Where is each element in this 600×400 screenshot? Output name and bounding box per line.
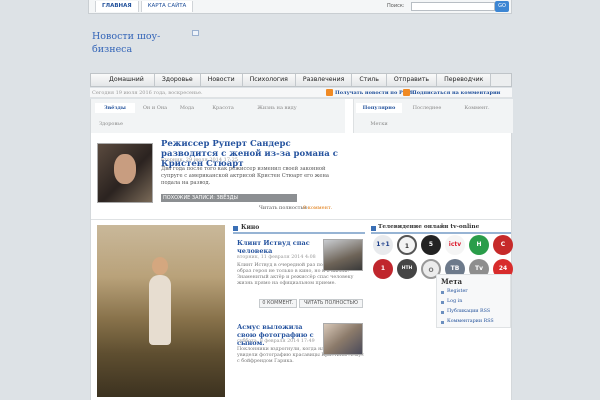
tab-fashion[interactable]: Мода [167,105,207,111]
tab-latest[interactable]: Последнее [404,105,450,111]
top-nav-home[interactable]: ГЛАВНАЯ [95,1,139,12]
featured-photo[interactable] [97,143,153,203]
comment-button[interactable]: 0 КОММЕНТ. [259,299,297,308]
meta-title: Мета [441,277,463,286]
square-bullet-icon [233,226,238,231]
tab-life-in-view[interactable]: Жизнь на виду [247,105,307,111]
channel-n[interactable]: Н [469,235,489,255]
tab-stars[interactable]: Звёзды [95,103,135,113]
channel-ictv[interactable]: ictv [445,235,465,255]
broken-image-icon [192,30,199,36]
main-nav: Домашний Здоровье Новости Психология Раз… [90,73,512,87]
channel-first[interactable]: 1 [397,235,417,255]
top-bar: ГЛАВНАЯ КАРТА САЙТА Поиск: GO [88,0,512,14]
read-more-link[interactable]: Читать полностью [259,205,308,211]
nav-item-style[interactable]: Стиль [352,74,387,86]
article-meta: вторник, 11 февраля 2014 4:08 [237,255,316,260]
featured-meta: вторник, 29 июля 2014 17:25 [161,157,239,163]
top-nav-sitemap[interactable]: КАРТА САЙТА [140,1,194,12]
login-link[interactable]: Log in [447,299,462,304]
read-full-button[interactable]: ЧИТАТЬ ПОЛНОСТЬЮ [299,299,363,308]
tab-tags[interactable]: Метки [356,121,402,127]
search-input[interactable] [411,2,495,11]
tab-popular[interactable]: Популярно [356,103,402,113]
register-link[interactable]: Register [447,289,468,294]
channel-1plus1[interactable]: 1+1 [373,235,393,255]
article-title[interactable]: Клинт Иствуд спас человека [237,239,321,255]
figure-head [152,257,168,275]
tab-health[interactable]: Здоровье [91,121,131,127]
rss-icon [403,89,410,96]
square-bullet-icon [371,226,376,231]
article-thumbnail[interactable] [323,239,363,271]
divider [91,219,513,220]
tv-title[interactable]: Телевидение онлайн tv-online [378,224,479,230]
article-meta: суббота, 8 февраля 2014 17:49 [237,339,315,344]
nav-item-translator[interactable]: Переводчик [437,74,492,86]
nav-item-psychology[interactable]: Психология [242,74,296,86]
channel-1[interactable]: 1 [373,259,393,279]
posts-rss-link[interactable]: Публикации RSS [447,309,490,314]
nav-item-entertainment[interactable]: Развлечения [295,74,353,86]
bullet-icon [441,291,444,294]
similar-posts-bar[interactable]: ПОХОЖИЕ ЗАПИСИ: ЗВЁЗДЫ [161,194,297,202]
figure-body [149,275,171,345]
featured-body: Два года после того как режиссер изменил… [161,166,330,186]
tab-beauty[interactable]: Красота [203,105,243,111]
sidebar-tabs: Популярно Последнее Коммент. Метки [353,99,513,133]
category-tabs: Звёзды Он и Она Мода Красота Жизнь на ви… [91,99,345,133]
kino-title[interactable]: Кино [241,224,259,231]
kino-heading: Кино [233,224,365,234]
bullet-icon [441,301,444,304]
comments-link[interactable]: 0 коммент. [303,205,332,211]
meta-widget: Мета Register Log in Публикации RSS Комм… [436,274,511,328]
rss-comments-link[interactable]: Подписаться на комментарии [412,90,500,96]
featured-title[interactable]: Режиссер Руперт Сандерс разводится с жен… [161,139,347,169]
nav-item-news[interactable]: Новости [200,74,243,86]
top-nav: ГЛАВНАЯ КАРТА САЙТА [95,1,195,12]
comments-rss-link[interactable]: Комментарии RSS [447,319,494,324]
article-thumbnail[interactable] [323,323,363,355]
search-button[interactable]: GO [495,1,509,12]
nav-item-health[interactable]: Здоровье [154,74,201,86]
tab-comments[interactable]: Коммент. [454,105,500,111]
bullet-icon [441,311,444,314]
search-label: Поиск: [387,3,405,9]
nav-item-send[interactable]: Отправить [386,74,438,86]
site-title[interactable]: Новости шоу-бизнеса [92,30,182,56]
bullet-icon [441,321,444,324]
tv-heading: Телевидение онлайн tv-online [371,224,511,234]
channel-ntn[interactable]: НТН [397,259,417,279]
featured-image[interactable] [97,225,225,397]
channel-5[interactable]: 5 [421,235,441,255]
rss-icon [326,89,333,96]
portrait-face [114,154,136,184]
content-area: Звёзды Он и Она Мода Красота Жизнь на ви… [90,99,513,400]
info-bar: Сегодня 19 июля 2016 года, воскресенье. … [90,88,512,98]
date-text: Сегодня 19 июля 2016 года, воскресенье. [92,90,203,96]
channel-s[interactable]: С [493,235,513,255]
nav-item-home[interactable]: Домашний [91,74,155,86]
